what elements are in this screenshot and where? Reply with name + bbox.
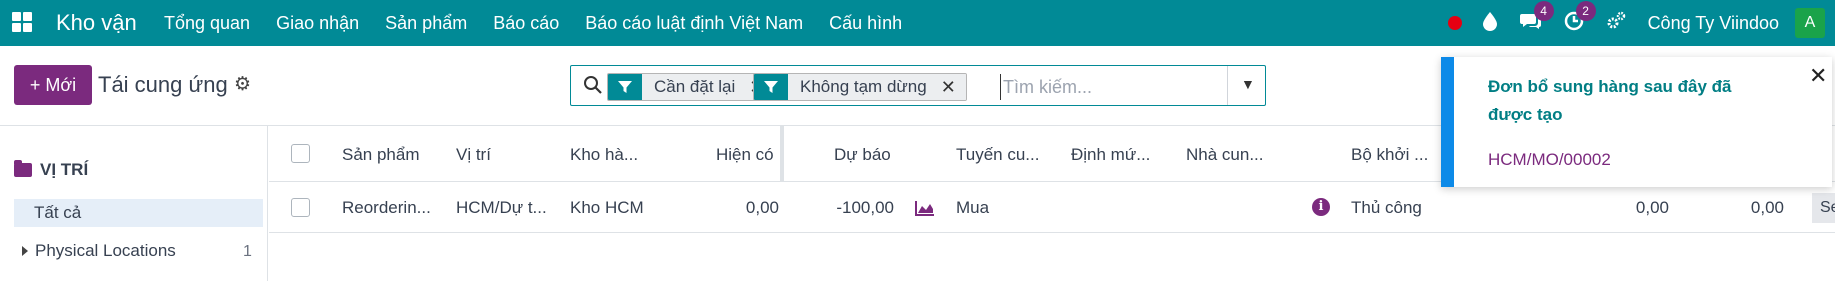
cell-on-hand: 0,00 — [745, 198, 779, 217]
info-icon[interactable]: i — [1312, 198, 1330, 216]
table-row[interactable]: Reorderin... HCM/Dự t... Kho HCM 0,00 -1… — [269, 183, 1835, 233]
activities-badge: 2 — [1575, 1, 1596, 21]
menu-item-overview[interactable]: Tổng quan — [164, 13, 250, 34]
facet-label: Cần đặt lại — [654, 77, 736, 96]
location-item-physical[interactable]: Physical Locations — [22, 241, 176, 261]
col-on-hand[interactable]: Hiện có — [716, 145, 774, 165]
gear-icon[interactable]: ⚙ — [234, 73, 251, 96]
cell-forecast: -100,00 — [836, 198, 894, 217]
main-menu: Tổng quan Giao nhận Sản phẩm Báo cáo Báo… — [164, 13, 928, 34]
caret-right-icon[interactable] — [22, 246, 28, 256]
app-brand[interactable]: Kho vận — [56, 10, 137, 36]
notification-link[interactable]: HCM/MO/00002 — [1488, 150, 1611, 170]
filter-facet-to-reorder: Cần đặt lại✕ — [607, 73, 776, 101]
activity-clock-icon[interactable]: 2 — [1564, 1, 1596, 35]
cell-product[interactable]: Reorderin... — [342, 198, 431, 218]
col-min-qty[interactable]: Định mứ... — [1071, 145, 1150, 165]
location-count: 1 — [243, 243, 252, 260]
search-input[interactable] — [1000, 74, 1220, 100]
panel-title-label: VỊ TRÍ — [40, 160, 89, 179]
user-avatar[interactable]: A — [1795, 8, 1825, 38]
col-route[interactable]: Tuyến cu... — [956, 145, 1039, 165]
search-divider — [1227, 66, 1228, 105]
col-forecast[interactable]: Dự báo — [834, 145, 891, 165]
filter-facet-not-snoozed: Không tạm dừng ✕ — [753, 73, 967, 101]
cell-trigger[interactable]: Thủ công — [1351, 198, 1422, 218]
status-dot-icon[interactable] — [1447, 16, 1462, 30]
menu-item-configuration[interactable]: Cấu hình — [829, 13, 902, 34]
cell-min-qty[interactable]: 0,00 — [1599, 198, 1669, 218]
close-icon[interactable]: ✕ — [1809, 63, 1827, 89]
new-button[interactable]: + Mới — [14, 65, 92, 105]
filter-icon — [754, 74, 788, 100]
facet-label: Không tạm dừng — [800, 77, 927, 96]
forecast-chart-icon[interactable] — [914, 199, 936, 217]
col-warehouse[interactable]: Kho hà... — [570, 145, 638, 165]
cell-warehouse[interactable]: Kho HCM — [570, 198, 644, 218]
panel-title: VỊ TRÍ — [14, 160, 88, 180]
location-item-all[interactable]: Tất cả — [14, 199, 263, 227]
column-resize-handle[interactable] — [780, 126, 784, 182]
col-location[interactable]: Vị trí — [456, 145, 491, 165]
systray: 4 2 Công Ty Viindoo A — [1447, 1, 1825, 40]
filter-icon — [608, 74, 642, 100]
row-action-button[interactable]: Se — [1812, 193, 1835, 223]
menu-item-vn-statutory-reports[interactable]: Báo cáo luật định Việt Nam — [585, 13, 803, 34]
location-label: Physical Locations — [35, 241, 176, 260]
search-icon[interactable] — [583, 75, 603, 95]
remove-facet-icon[interactable]: ✕ — [941, 74, 956, 100]
messages-icon[interactable]: 4 — [1519, 1, 1554, 35]
notification-toast: Đơn bổ sung hàng sau đây đã được tạo HCM… — [1441, 57, 1832, 187]
cell-max-qty[interactable]: 0,00 — [1714, 198, 1784, 218]
menu-item-products[interactable]: Sản phẩm — [385, 13, 467, 34]
chevron-down-icon[interactable]: ▼ — [1241, 76, 1255, 92]
select-all-checkbox[interactable] — [291, 144, 310, 163]
messages-badge: 4 — [1533, 1, 1554, 21]
col-trigger[interactable]: Bộ khởi ... — [1351, 145, 1428, 165]
cell-route[interactable]: Mua — [956, 198, 989, 218]
notification-title: Đơn bổ sung hàng sau đây đã được tạo — [1488, 77, 1732, 124]
search-bar: Cần đặt lại✕ Không tạm dừng ✕ ▼ — [570, 65, 1266, 106]
page-title: Tái cung ứng — [98, 72, 228, 97]
folder-icon — [14, 160, 32, 177]
cell-location[interactable]: HCM/Dự t... — [456, 198, 547, 218]
apps-menu-icon[interactable] — [12, 12, 32, 32]
col-product[interactable]: Sản phẩm — [342, 145, 420, 165]
droplet-icon[interactable] — [1482, 11, 1498, 35]
top-navbar: Kho vận Tổng quan Giao nhận Sản phẩm Báo… — [0, 0, 1835, 46]
col-vendor[interactable]: Nhà cun... — [1186, 145, 1264, 165]
menu-item-reports[interactable]: Báo cáo — [493, 13, 559, 34]
company-switcher[interactable]: Công Ty Viindoo — [1648, 13, 1779, 34]
row-checkbox[interactable] — [291, 198, 310, 217]
menu-item-transfers[interactable]: Giao nhận — [276, 13, 359, 34]
settings-gears-icon[interactable] — [1606, 11, 1626, 35]
